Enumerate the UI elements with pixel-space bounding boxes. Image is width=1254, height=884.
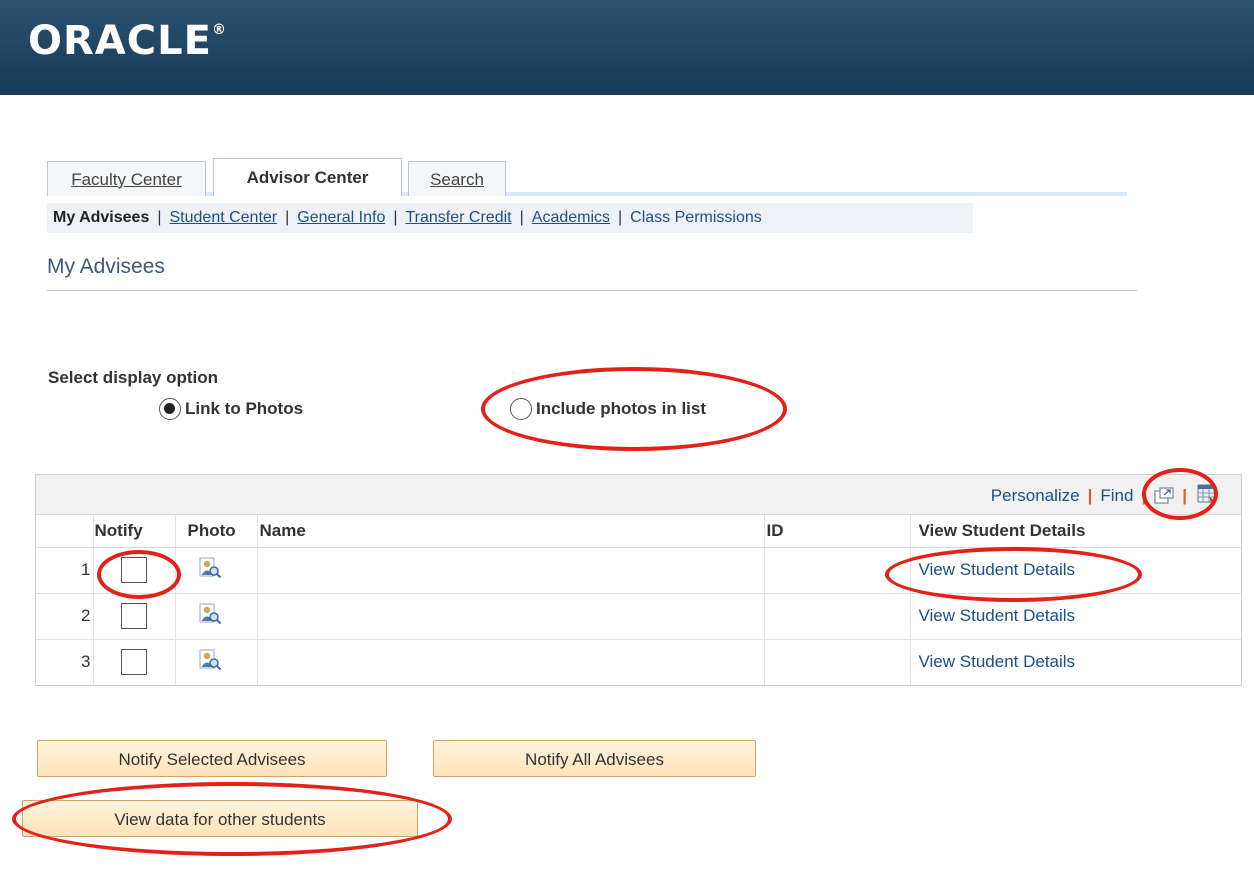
id-cell bbox=[763, 546, 910, 593]
id-cell bbox=[763, 592, 910, 639]
view-student-details-link[interactable]: View Student Details bbox=[919, 606, 1076, 625]
view-student-details-link[interactable]: View Student Details bbox=[919, 652, 1076, 671]
subnav-separator: | bbox=[519, 209, 524, 226]
photo-lookup-icon[interactable] bbox=[198, 648, 222, 672]
view-cell: View Student Details bbox=[909, 638, 1241, 685]
notify-cell bbox=[92, 638, 175, 685]
oracle-banner: ORACLE® bbox=[0, 0, 1254, 95]
radio-include-photos-label: Include photos in list bbox=[536, 399, 706, 418]
subnav-separator: | bbox=[618, 209, 623, 226]
subnav-separator: | bbox=[157, 209, 162, 226]
view-cell: View Student Details bbox=[909, 546, 1241, 593]
subnav-class-permissions[interactable]: Class Permissions bbox=[630, 209, 762, 226]
notify-cell bbox=[92, 592, 175, 639]
notify-checkbox[interactable] bbox=[121, 603, 147, 629]
col-view-header: View Student Details bbox=[909, 515, 1241, 548]
subnav-my-advisees: My Advisees bbox=[53, 209, 150, 226]
tab-faculty-center[interactable]: Faculty Center bbox=[47, 161, 206, 196]
toolbar-separator: | bbox=[1182, 486, 1187, 505]
find-link[interactable]: Find bbox=[1100, 486, 1133, 506]
col-rownum-header bbox=[36, 515, 93, 548]
subnav-separator: | bbox=[393, 209, 398, 226]
subnav-transfer-credit[interactable]: Transfer Credit bbox=[406, 209, 512, 226]
tab-faculty-center-label: Faculty Center bbox=[71, 170, 182, 189]
view-student-details-link[interactable]: View Student Details bbox=[919, 560, 1076, 579]
notify-selected-advisees-button[interactable]: Notify Selected Advisees bbox=[37, 740, 387, 777]
tab-search-label: Search bbox=[430, 170, 484, 189]
photo-lookup-icon[interactable] bbox=[198, 602, 222, 626]
id-cell bbox=[763, 638, 910, 685]
display-option-label: Select display option bbox=[48, 368, 219, 387]
oracle-logo: ORACLE® bbox=[28, 18, 227, 64]
name-cell bbox=[256, 546, 764, 593]
tab-search[interactable]: Search bbox=[408, 161, 506, 196]
notify-all-advisees-button[interactable]: Notify All Advisees bbox=[433, 740, 756, 777]
toolbar-separator: | bbox=[1087, 486, 1093, 505]
photo-lookup-icon[interactable] bbox=[198, 556, 222, 580]
advisees-table: Notify Photo Name ID View Student Detail… bbox=[36, 515, 1241, 685]
table-header-row: Notify Photo Name ID View Student Detail… bbox=[36, 515, 1241, 548]
view-cell: View Student Details bbox=[909, 592, 1241, 639]
table-row: 1 View Student Details bbox=[36, 546, 1241, 593]
personalize-link[interactable]: Personalize bbox=[991, 486, 1080, 506]
option-include-photos[interactable]: Include photos in list bbox=[510, 398, 706, 420]
name-cell bbox=[256, 638, 764, 685]
subnav-academics[interactable]: Academics bbox=[532, 209, 610, 226]
title-divider bbox=[47, 290, 1137, 291]
tab-bar: Faculty Center Advisor Center Search bbox=[47, 158, 1127, 196]
option-link-to-photos[interactable]: Link to Photos bbox=[159, 398, 303, 420]
view-data-other-students-button[interactable]: View data for other students bbox=[22, 800, 418, 837]
page-title: My Advisees bbox=[47, 255, 165, 278]
grid-toolbar-links: Personalize | Find | | bbox=[991, 486, 1189, 506]
radio-link-to-photos-label: Link to Photos bbox=[185, 399, 304, 418]
tab-bar-underline bbox=[47, 192, 1127, 196]
subnav-general-info[interactable]: General Info bbox=[297, 209, 385, 226]
notify-cell bbox=[92, 546, 175, 593]
notify-checkbox[interactable] bbox=[121, 557, 147, 583]
notify-checkbox[interactable] bbox=[121, 649, 147, 676]
col-name-header: Name bbox=[256, 515, 764, 548]
tab-advisor-center[interactable]: Advisor Center bbox=[213, 158, 402, 196]
name-cell bbox=[256, 592, 764, 639]
col-notify-header: Notify bbox=[92, 515, 175, 548]
tab-advisor-center-label: Advisor Center bbox=[246, 168, 369, 187]
toolbar-separator: | bbox=[1141, 486, 1147, 505]
col-id-header: ID bbox=[763, 515, 910, 548]
radio-link-to-photos[interactable] bbox=[159, 398, 181, 420]
radio-include-photos[interactable] bbox=[510, 398, 532, 420]
photo-cell bbox=[174, 592, 257, 639]
table-row: 2 View Student Details bbox=[36, 592, 1241, 639]
row-number: 3 bbox=[36, 638, 93, 685]
col-photo-header: Photo bbox=[174, 515, 257, 548]
zoom-grid-icon[interactable] bbox=[1154, 487, 1174, 505]
sub-navigation: My Advisees | Student Center | General Info |… bbox=[47, 203, 973, 233]
row-number: 2 bbox=[36, 592, 93, 639]
photo-cell bbox=[174, 546, 257, 593]
download-spreadsheet-icon[interactable] bbox=[1197, 484, 1217, 504]
photo-cell bbox=[174, 638, 257, 685]
subnav-separator: | bbox=[285, 209, 290, 226]
advisees-grid: Personalize | Find | | Notify Photo Name bbox=[35, 474, 1242, 686]
grid-toolbar: Personalize | Find | | bbox=[36, 475, 1241, 515]
subnav-student-center[interactable]: Student Center bbox=[170, 209, 278, 226]
table-row: 3 View Student Details bbox=[36, 638, 1241, 685]
row-number: 1 bbox=[36, 546, 93, 593]
